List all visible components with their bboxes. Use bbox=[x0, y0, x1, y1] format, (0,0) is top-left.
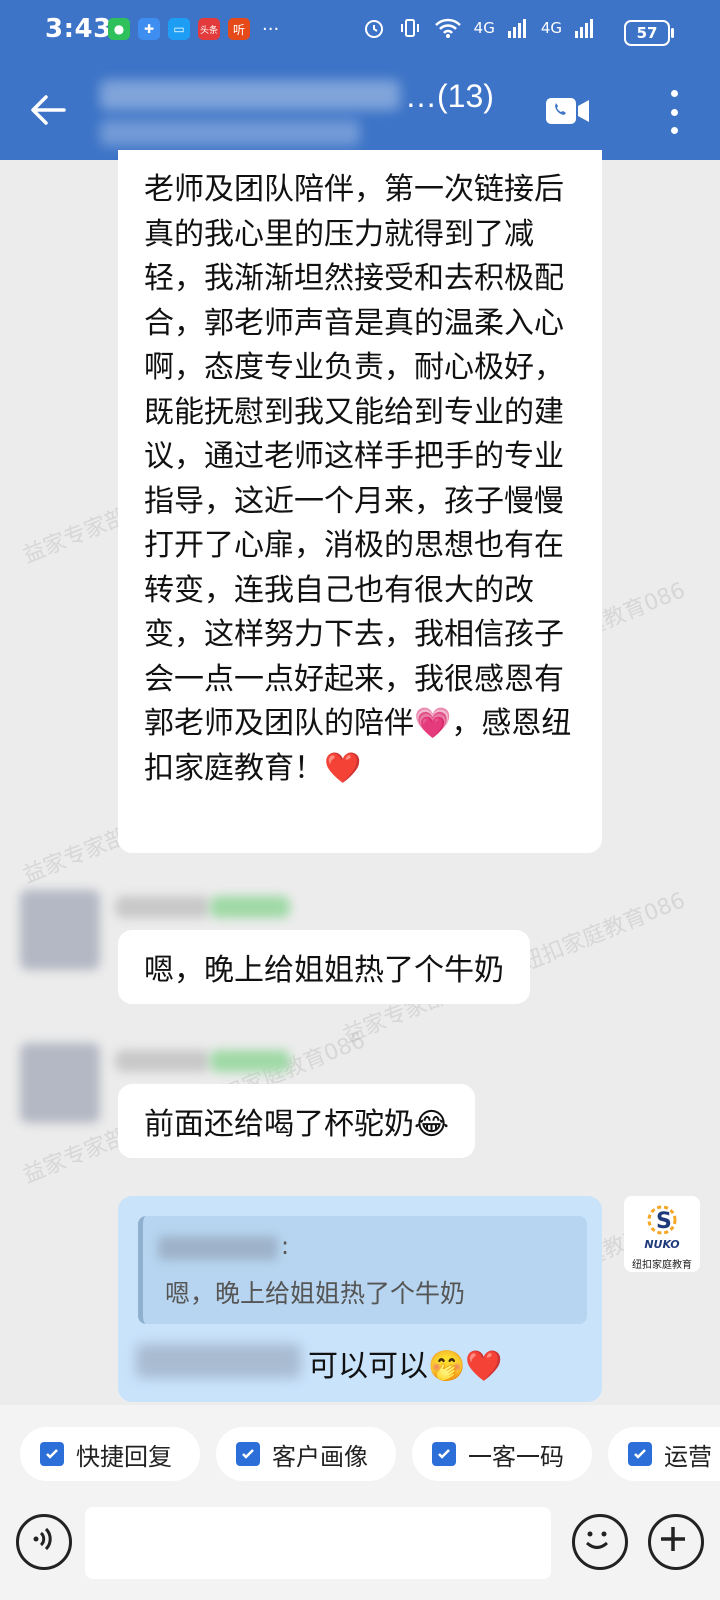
checkbox-icon bbox=[628, 1442, 652, 1466]
network-label-2: 4G bbox=[540, 19, 562, 37]
system-icons: 4G 4G bbox=[362, 16, 660, 40]
message-bubble[interactable]: 前面还给喝了杯驼奶😂 bbox=[118, 1084, 476, 1158]
wechat-icon: ● bbox=[108, 18, 130, 40]
avatar[interactable] bbox=[20, 1043, 100, 1123]
quoted-sender-blurred bbox=[158, 1236, 278, 1260]
battery-indicator: 57 bbox=[624, 20, 674, 46]
signal-icon-2 bbox=[575, 19, 593, 38]
chip-label: 运营 bbox=[664, 1442, 712, 1471]
logo-brand: NUKO bbox=[644, 1238, 680, 1251]
chip-label: 快捷回复 bbox=[76, 1442, 172, 1471]
more-notifications: ··· bbox=[262, 18, 280, 40]
my-avatar-logo[interactable]: S NUKO 纽扣家庭教育 bbox=[624, 1196, 700, 1272]
message-text: 嗯，晚上给姐姐热了个牛奶 bbox=[144, 953, 504, 988]
message-text: 前面还给喝了杯驼奶😂 bbox=[144, 1107, 450, 1142]
checkbox-icon bbox=[40, 1442, 64, 1466]
vibrate-icon bbox=[400, 19, 419, 37]
my-reply-bubble[interactable]: : 嗯，晚上给姐姐热了个牛奶 可以可以🤭❤️ bbox=[118, 1196, 602, 1402]
message-text: 老师及团队陪伴，第一次链接后真的我心里的压力就得到了减轻，我渐渐坦然接受和去积极… bbox=[144, 172, 572, 786]
checkbox-icon bbox=[236, 1442, 260, 1466]
wifi-icon bbox=[434, 18, 461, 38]
svg-text:S: S bbox=[656, 1209, 672, 1234]
message-icon: ▭ bbox=[168, 18, 190, 40]
message-bubble-long[interactable]: 老师及团队陪伴，第一次链接后真的我心里的压力就得到了减轻，我渐渐坦然接受和去积极… bbox=[118, 150, 602, 853]
plus-icon[interactable] bbox=[648, 1514, 704, 1570]
message-input[interactable] bbox=[85, 1507, 551, 1579]
alarm-icon bbox=[364, 20, 383, 38]
sender-name-blurred bbox=[115, 1050, 210, 1072]
message-bubble[interactable]: 嗯，晚上给姐姐热了个牛奶 bbox=[118, 930, 530, 1004]
notification-icons: ● ✚ ▭ 头条 听 ··· bbox=[108, 18, 279, 40]
signal-icon bbox=[507, 19, 526, 38]
mention-blurred bbox=[136, 1344, 301, 1378]
toutiao-icon: 头条 bbox=[198, 18, 220, 40]
top-bar: 3:43 ● ✚ ▭ 头条 听 ··· 4G 4G 57 …(13) bbox=[0, 0, 720, 160]
input-bar bbox=[0, 1485, 720, 1600]
more-vertical-icon[interactable] bbox=[664, 90, 684, 134]
quick-actions-bar: 快捷回复 客户画像 一客一码 运营 bbox=[0, 1405, 720, 1485]
sender-tag-blurred bbox=[210, 896, 290, 918]
chat-title-blurred bbox=[100, 80, 400, 110]
status-time: 3:43 bbox=[45, 14, 112, 44]
nuko-logo-icon: S bbox=[647, 1205, 677, 1235]
chip-one-customer-code[interactable]: 一客一码 bbox=[412, 1427, 592, 1481]
voice-input-icon[interactable] bbox=[16, 1514, 72, 1570]
sender-tag-blurred bbox=[210, 1050, 290, 1072]
video-call-icon[interactable] bbox=[545, 96, 591, 126]
quoted-message[interactable]: : 嗯，晚上给姐姐热了个牛奶 bbox=[138, 1216, 587, 1324]
chip-operations[interactable]: 运营 bbox=[608, 1427, 720, 1481]
quoted-text: 嗯，晚上给姐姐热了个牛奶 bbox=[165, 1279, 466, 1308]
avatar[interactable] bbox=[20, 890, 100, 970]
emoji-icon[interactable] bbox=[572, 1514, 628, 1570]
logo-name: 纽扣家庭教育 bbox=[632, 1260, 692, 1271]
chip-quick-reply[interactable]: 快捷回复 bbox=[20, 1427, 200, 1481]
network-label-1: 4G bbox=[473, 19, 495, 37]
listen-icon: 听 bbox=[228, 18, 250, 40]
checkbox-icon bbox=[432, 1442, 456, 1466]
puzzle-icon: ✚ bbox=[138, 18, 160, 40]
chat-title-count: …(13) bbox=[405, 78, 494, 114]
sender-name-blurred bbox=[115, 896, 210, 918]
chip-label: 一客一码 bbox=[468, 1442, 564, 1471]
chip-label: 客户画像 bbox=[272, 1442, 368, 1471]
quote-colon: : bbox=[281, 1232, 290, 1260]
reply-text: 可以可以🤭❤️ bbox=[308, 1349, 503, 1384]
chat-subtitle-blurred bbox=[100, 120, 360, 146]
chip-customer-profile[interactable]: 客户画像 bbox=[216, 1427, 396, 1481]
back-arrow-icon[interactable] bbox=[26, 88, 70, 132]
